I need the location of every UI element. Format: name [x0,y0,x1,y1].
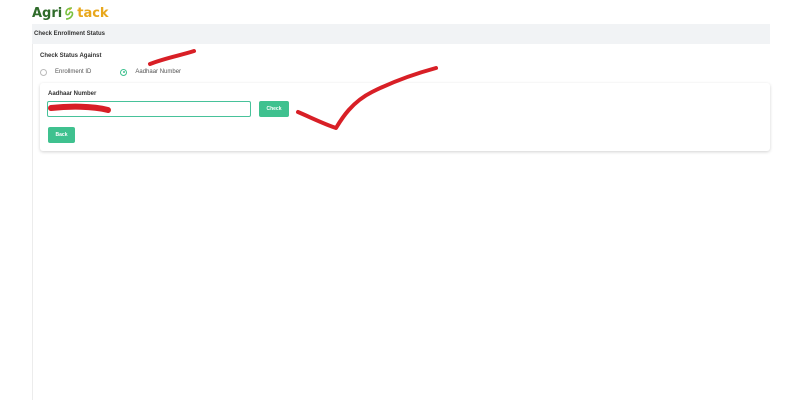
aadhaar-input[interactable] [47,101,251,117]
aadhaar-form-card: Aadhaar Number Check Back [40,83,770,151]
back-button[interactable]: Back [48,127,75,143]
aadhaar-number-radio[interactable] [120,68,128,76]
radio-option-aadhaar-number[interactable]: Aadhaar Number [120,68,182,76]
aadhaar-number-option-label: Aadhaar Number [135,69,182,75]
check-status-label: Check Status Against [40,53,102,59]
logo-text-agri: Agri [32,5,63,21]
agristack-logo: Agri tack [32,4,109,22]
radio-option-enrollment-id[interactable]: Enrollment ID [40,68,92,76]
red-annotations [48,49,438,130]
left-divider [32,44,33,400]
enrollment-id-label: Enrollment ID [55,69,92,75]
annotation-underline-stroke [148,49,196,66]
aadhaar-field-label: Aadhaar Number [48,91,97,97]
check-button[interactable]: Check [259,101,289,117]
status-radio-group: Enrollment ID Aadhaar Number [40,67,181,77]
logo-text-tack: tack [77,5,109,21]
enrollment-id-radio[interactable] [40,68,47,76]
leaf-icon [65,7,74,21]
page-title: Check Enrollment Status [32,24,770,44]
